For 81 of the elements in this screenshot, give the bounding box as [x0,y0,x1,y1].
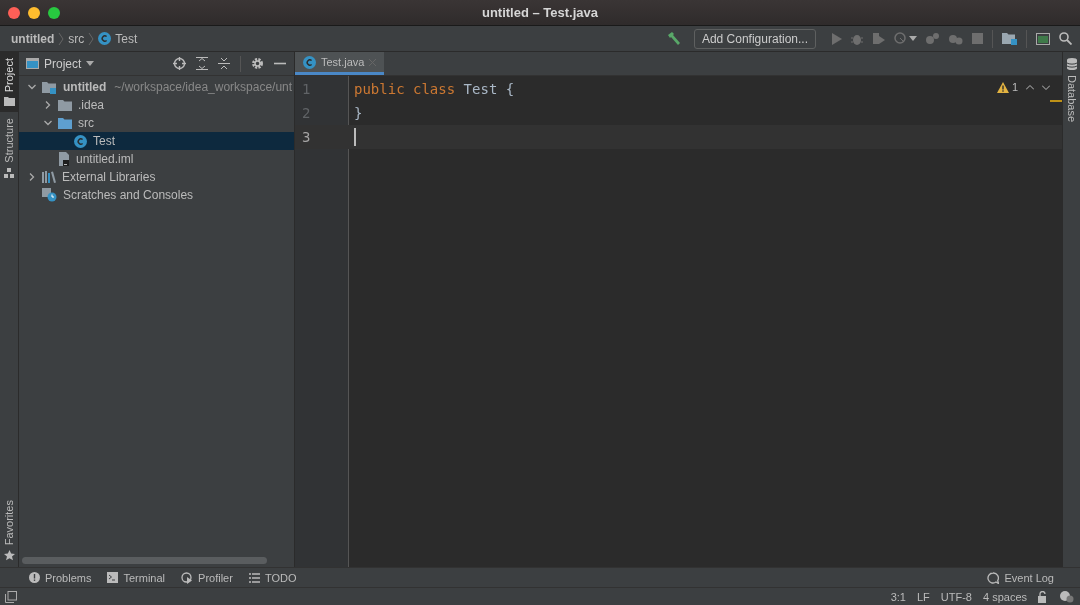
previous-icon[interactable] [1026,84,1034,90]
settings-icon[interactable] [251,57,264,70]
folder-icon [58,117,72,129]
next-icon[interactable] [1042,84,1050,90]
attach-debugger-icon[interactable] [949,32,963,45]
tool-window-button[interactable]: Terminal [107,571,166,584]
breadcrumb-separator-icon [88,31,95,46]
minimize-button[interactable] [28,6,40,19]
close-button[interactable] [8,6,20,19]
project-structure-icon[interactable] [1002,32,1017,45]
tree-item[interactable]: src [19,114,294,132]
add-configuration-button[interactable]: Add Configuration... [693,28,816,49]
tree-item[interactable]: untitled ~/workspace/idea_workspace/unt [19,78,294,96]
status-item[interactable]: UTF-8 [940,590,972,603]
coverage-icon[interactable] [872,32,885,45]
search-icon[interactable] [1059,32,1072,45]
event-log-button[interactable]: Event Log [987,571,1054,584]
collapse-all-icon[interactable] [218,57,230,70]
list-icon [248,572,260,583]
hide-icon[interactable] [274,62,286,65]
breadcrumb[interactable]: Test [98,31,138,46]
profiler-run-icon[interactable] [894,32,907,45]
zoom-button[interactable] [48,6,60,19]
code-line: public class Test { [354,81,515,97]
tool-window-tab[interactable]: Favorites [0,493,18,567]
tool-window-tab[interactable]: Structure [0,112,18,184]
breadcrumb[interactable]: untitled [11,31,55,46]
tool-window-tab[interactable]: Project [0,52,18,113]
scratches-icon [42,188,57,202]
folder-icon [3,97,15,107]
status-item[interactable]: LF [916,590,930,603]
warning-icon [996,81,1009,93]
breadcrumb-separator-icon [58,31,65,46]
toggle-panels-icon[interactable] [5,590,17,603]
libraries-icon [42,171,56,183]
speech-bubble-icon [987,571,1000,584]
inspector-icon[interactable] [1059,590,1074,603]
folder-icon [58,99,72,111]
tool-window-button[interactable]: TODO [248,571,297,584]
bug-icon[interactable] [851,32,863,45]
line-number: 3 [301,129,312,145]
dropdown-caret-icon[interactable] [909,36,917,41]
database-icon [1066,58,1077,70]
star-icon [3,550,15,561]
tree-item[interactable]: untitled.iml [19,150,294,168]
scrollbar[interactable] [22,557,267,564]
run-icon[interactable] [831,32,842,45]
tree-item[interactable]: Test [19,132,294,150]
editor-tab[interactable]: Test.java [295,52,385,75]
project-view-dropdown[interactable]: Project [26,56,95,71]
attach-icon[interactable] [926,32,940,45]
structure-icon [4,167,14,178]
class-icon [303,55,316,69]
locate-icon[interactable] [173,57,186,70]
warning-marker[interactable] [1050,100,1062,102]
tool-window-tab[interactable]: Database [1063,52,1080,129]
class-icon [98,32,112,45]
profiler-icon [181,571,194,584]
window-title: untitled – Test.java [481,5,599,20]
text-caret [354,128,356,146]
tree-item[interactable]: External Libraries [19,168,294,186]
module-folder-icon [42,80,57,94]
terminal-window-icon[interactable] [1036,32,1050,45]
tree-item[interactable]: .idea [19,96,294,114]
unlocked-icon[interactable] [1038,590,1048,603]
tree-item[interactable]: Scratches and Consoles [19,186,294,204]
breadcrumb[interactable]: src [68,31,85,46]
status-item[interactable]: 4 spaces [982,590,1027,603]
terminal-icon [107,572,119,583]
class-icon [74,134,87,148]
tool-window-button[interactable]: Profiler [181,571,233,584]
hammer-icon[interactable] [666,32,681,45]
file-icon [58,152,70,166]
code-line: } [354,105,363,121]
panel-icon [26,58,39,69]
warning-count[interactable]: 1 [996,81,1018,93]
status-item[interactable]: 3:1 [890,590,906,603]
expand-all-icon[interactable] [196,57,208,70]
caret-icon [86,61,95,66]
info-icon [29,572,40,583]
tool-window-button[interactable]: Problems [29,571,92,584]
